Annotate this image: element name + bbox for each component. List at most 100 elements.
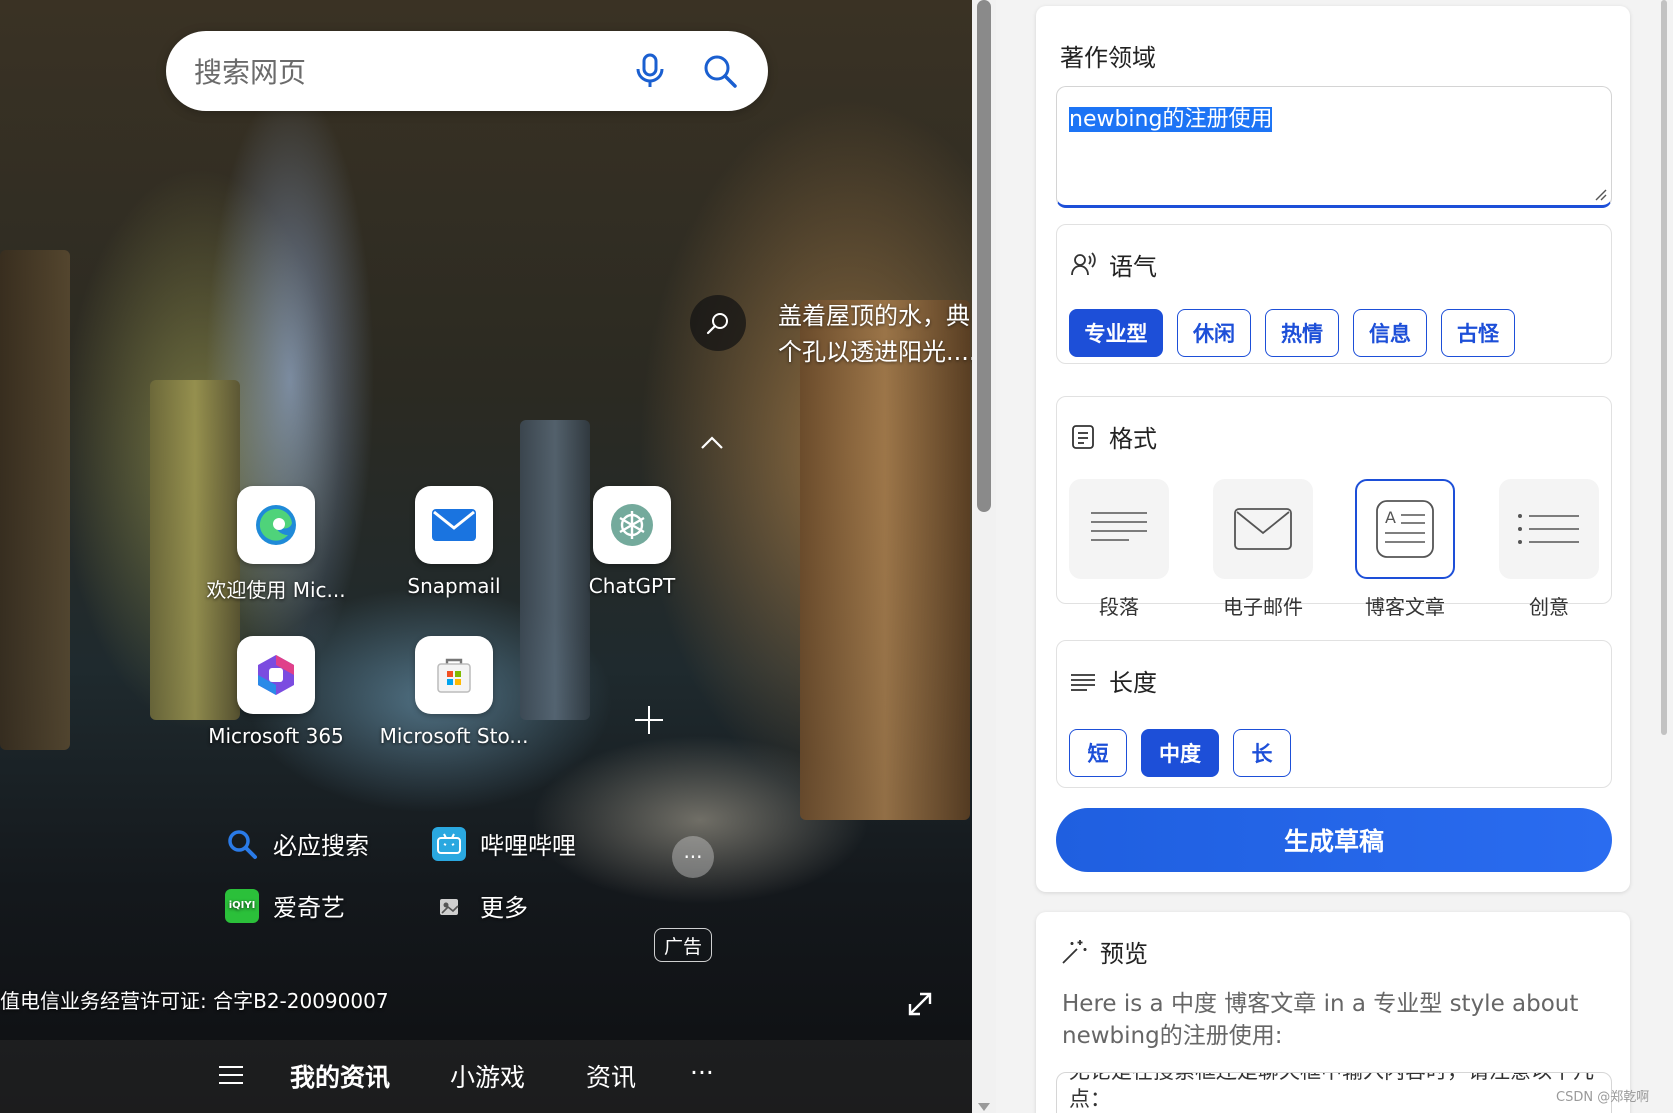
quick-tile-label: Microsoft 365 bbox=[208, 724, 344, 748]
tone-section: 语气 专业型 休闲 热情 信息 古怪 bbox=[1056, 224, 1612, 364]
more-links-icon bbox=[432, 889, 466, 923]
scrollbar-thumb[interactable] bbox=[977, 0, 991, 512]
web-search-box[interactable]: 搜索网页 bbox=[166, 31, 768, 111]
bottom-nav: 我的资讯 小游戏 资讯 ··· bbox=[0, 1040, 972, 1113]
search-input[interactable]: 搜索网页 bbox=[194, 51, 600, 91]
quick-tile-label: ChatGPT bbox=[588, 574, 676, 598]
topic-textarea[interactable]: newbing的注册使用 bbox=[1056, 86, 1612, 208]
expand-icon[interactable] bbox=[906, 990, 934, 1018]
quick-tile-chatgpt[interactable]: ChatGPT bbox=[552, 486, 712, 598]
blog-post-icon: A bbox=[1355, 479, 1455, 579]
paragraph-icon bbox=[1069, 479, 1169, 579]
quick-tile-label: Snapmail bbox=[407, 574, 501, 598]
length-title: 长度 bbox=[1069, 663, 1157, 698]
format-icon bbox=[1072, 424, 1094, 449]
page-scrollbar[interactable] bbox=[972, 0, 996, 1113]
add-tile-icon[interactable] bbox=[629, 700, 669, 740]
quick-link-label: 哔哩哔哩 bbox=[480, 832, 576, 860]
length-option-short[interactable]: 短 bbox=[1069, 729, 1127, 777]
bing-search-icon bbox=[225, 827, 259, 861]
format-option-ideas[interactable]: 创意 bbox=[1499, 479, 1599, 620]
quick-link-label: 必应搜索 bbox=[273, 832, 369, 860]
length-title-text: 长度 bbox=[1109, 669, 1157, 697]
tone-title-text: 语气 bbox=[1109, 253, 1157, 281]
preview-card: 预览 Here is a 中度 博客文章 in a 专业型 style abou… bbox=[1036, 912, 1630, 1113]
chevron-up-icon[interactable] bbox=[698, 432, 726, 452]
quick-link-bilibili[interactable]: 哔哩哔哩 bbox=[432, 826, 576, 861]
format-option-email[interactable]: 电子邮件 bbox=[1213, 479, 1313, 620]
tone-option-enthusiastic[interactable]: 热情 bbox=[1265, 309, 1339, 357]
quick-tile-edge[interactable]: 欢迎使用 Mic... bbox=[196, 486, 356, 603]
license-text: 值电信业务经营许可证: 合字B2-20090007 bbox=[0, 989, 389, 1013]
tone-option-informational[interactable]: 信息 bbox=[1353, 309, 1427, 357]
format-title-text: 格式 bbox=[1109, 425, 1157, 453]
speech-tone-icon bbox=[1071, 251, 1096, 275]
preview-draft-text: 无论是在搜索框还是聊天框中输入内容时，请注意以下几点： bbox=[1069, 1073, 1594, 1111]
format-option-paragraph[interactable]: 段落 bbox=[1069, 479, 1169, 620]
quick-link-label: 爱奇艺 bbox=[273, 894, 345, 922]
format-option-blog-post[interactable]: A 博客文章 bbox=[1355, 479, 1455, 620]
format-option-label: 博客文章 bbox=[1365, 595, 1445, 619]
menu-icon[interactable] bbox=[218, 1064, 244, 1086]
tone-option-funny[interactable]: 古怪 bbox=[1441, 309, 1515, 357]
format-option-label: 创意 bbox=[1529, 595, 1569, 619]
visual-search-icon bbox=[706, 313, 728, 335]
microsoft-store-icon bbox=[415, 636, 493, 714]
scroll-down-arrow-icon[interactable] bbox=[978, 1103, 990, 1111]
length-option-long[interactable]: 长 bbox=[1233, 729, 1291, 777]
svg-text:A: A bbox=[1385, 508, 1396, 527]
watermark: CSDN @郑乾啊 bbox=[1556, 1090, 1650, 1105]
microsoft-365-icon bbox=[237, 636, 315, 714]
iqiyi-icon: iQIYI bbox=[225, 888, 259, 923]
topic-label: 著作领域 bbox=[1060, 44, 1156, 72]
quick-tile-label: 欢迎使用 Mic... bbox=[206, 578, 346, 602]
search-icon[interactable] bbox=[700, 51, 740, 91]
preview-title: 预览 bbox=[1060, 934, 1148, 969]
email-icon bbox=[1213, 479, 1313, 579]
quick-link-iqiyi[interactable]: iQIYI 爱奇艺 bbox=[225, 888, 345, 923]
mail-icon bbox=[415, 486, 493, 564]
image-info-button[interactable] bbox=[690, 295, 746, 351]
magic-wand-icon bbox=[1062, 939, 1087, 964]
generate-draft-button[interactable]: 生成草稿 bbox=[1056, 808, 1612, 872]
quick-tile-microsoft-365[interactable]: Microsoft 365 bbox=[196, 636, 356, 748]
tone-title: 语气 bbox=[1069, 247, 1157, 282]
compose-card: 著作领域 newbing的注册使用 语气 专业型 休闲 热情 信息 古怪 格式 bbox=[1036, 6, 1630, 892]
preview-title-text: 预览 bbox=[1100, 940, 1148, 968]
bilibili-icon bbox=[432, 826, 466, 861]
ad-badge[interactable]: 广告 bbox=[654, 928, 712, 962]
ideas-list-icon bbox=[1499, 479, 1599, 579]
chatgpt-icon bbox=[593, 486, 671, 564]
tone-option-professional[interactable]: 专业型 bbox=[1069, 309, 1163, 357]
image-caption[interactable]: 盖着屋顶的水，典 个孔以透进阳光.... bbox=[778, 298, 972, 370]
length-option-medium[interactable]: 中度 bbox=[1141, 729, 1219, 777]
format-title: 格式 bbox=[1069, 419, 1157, 454]
quick-tile-label: Microsoft Sto... bbox=[379, 724, 529, 748]
browser-new-tab: 搜索网页 盖着屋顶的水，典 个孔以透进阳光.... 欢迎使用 Mic... Sn… bbox=[0, 0, 972, 1113]
quick-link-label: 更多 bbox=[480, 894, 528, 922]
length-icon bbox=[1071, 673, 1095, 691]
quick-tile-snapmail[interactable]: Snapmail bbox=[374, 486, 534, 598]
quick-link-more[interactable]: 更多 bbox=[432, 888, 528, 923]
quick-tile-microsoft-store[interactable]: Microsoft Sto... bbox=[374, 636, 534, 748]
tab-games[interactable]: 小游戏 bbox=[450, 1058, 525, 1094]
tab-more[interactable]: ··· bbox=[690, 1058, 714, 1087]
resize-handle-icon[interactable] bbox=[1593, 187, 1607, 201]
format-option-label: 电子邮件 bbox=[1223, 595, 1303, 619]
sidebar-scrollbar[interactable] bbox=[1654, 0, 1673, 1113]
length-section: 长度 短 中度 长 bbox=[1056, 640, 1612, 788]
quick-link-bing[interactable]: 必应搜索 bbox=[225, 826, 369, 861]
compose-sidebar: 著作领域 newbing的注册使用 语气 专业型 休闲 热情 信息 古怪 格式 bbox=[996, 0, 1673, 1113]
format-option-label: 段落 bbox=[1099, 595, 1139, 619]
tab-news[interactable]: 资讯 bbox=[586, 1058, 636, 1094]
format-section: 格式 段落 电子邮件 A 博客文章 创意 bbox=[1056, 396, 1612, 619]
quick-links-more-button[interactable]: ··· bbox=[672, 836, 714, 878]
preview-draft-box[interactable]: 无论是在搜索框还是聊天框中输入内容时，请注意以下几点： bbox=[1056, 1072, 1612, 1113]
tab-my-feed[interactable]: 我的资讯 bbox=[290, 1058, 390, 1094]
tone-option-casual[interactable]: 休闲 bbox=[1177, 309, 1251, 357]
topic-value: newbing的注册使用 bbox=[1069, 107, 1273, 132]
background-pillar bbox=[0, 250, 70, 750]
background-pillar bbox=[800, 300, 970, 820]
microphone-icon[interactable] bbox=[630, 51, 670, 91]
sidebar-scrollbar-thumb[interactable] bbox=[1661, 0, 1667, 735]
